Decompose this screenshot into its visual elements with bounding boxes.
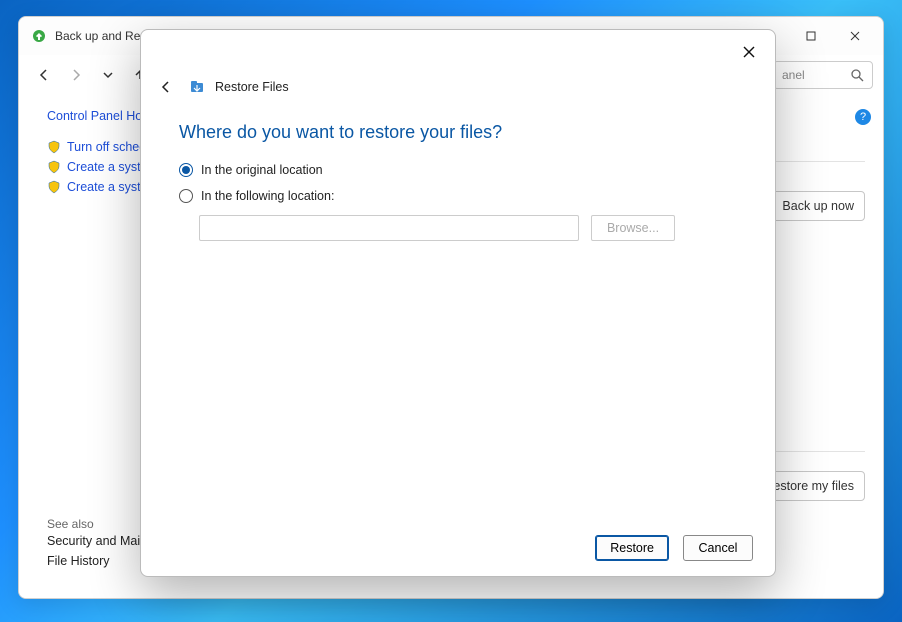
radio-icon [179,163,193,177]
restore-files-dialog: Restore Files Where do you want to resto… [140,29,776,577]
nav-back-button[interactable] [29,60,59,90]
nav-forward-button[interactable] [61,60,91,90]
dialog-title: Restore Files [215,80,289,94]
radio-following-location[interactable]: In the following location: [179,189,739,203]
dialog-footer: Restore Cancel [141,520,775,576]
nav-recent-button[interactable] [93,60,123,90]
radio-icon [179,189,193,203]
radio-original-location[interactable]: In the original location [179,163,739,177]
location-input[interactable] [199,215,579,241]
backup-icon [31,28,47,44]
search-placeholder: anel [782,68,805,82]
dialog-header: Restore Files [141,74,775,106]
location-row: Browse... [199,215,739,241]
dialog-question: Where do you want to restore your files? [179,122,739,143]
dialog-back-button[interactable] [153,74,179,100]
close-window-button[interactable] [833,21,877,51]
restore-button[interactable]: Restore [595,535,669,561]
shield-icon [47,160,61,174]
dialog-body: Where do you want to restore your files?… [141,106,775,520]
radio-label: In the original location [201,163,323,177]
search-icon [851,69,864,82]
radio-label: In the following location: [201,189,334,203]
cancel-button[interactable]: Cancel [683,535,753,561]
shield-icon [47,140,61,154]
dialog-titlebar [141,30,775,74]
back-up-now-button[interactable]: Back up now [771,191,865,221]
maximize-button[interactable] [789,21,833,51]
browse-button[interactable]: Browse... [591,215,675,241]
restore-files-icon [189,79,205,95]
search-input[interactable]: anel [773,61,873,89]
help-icon[interactable]: ? [855,109,871,125]
shield-icon [47,180,61,194]
close-dialog-button[interactable] [729,37,769,67]
